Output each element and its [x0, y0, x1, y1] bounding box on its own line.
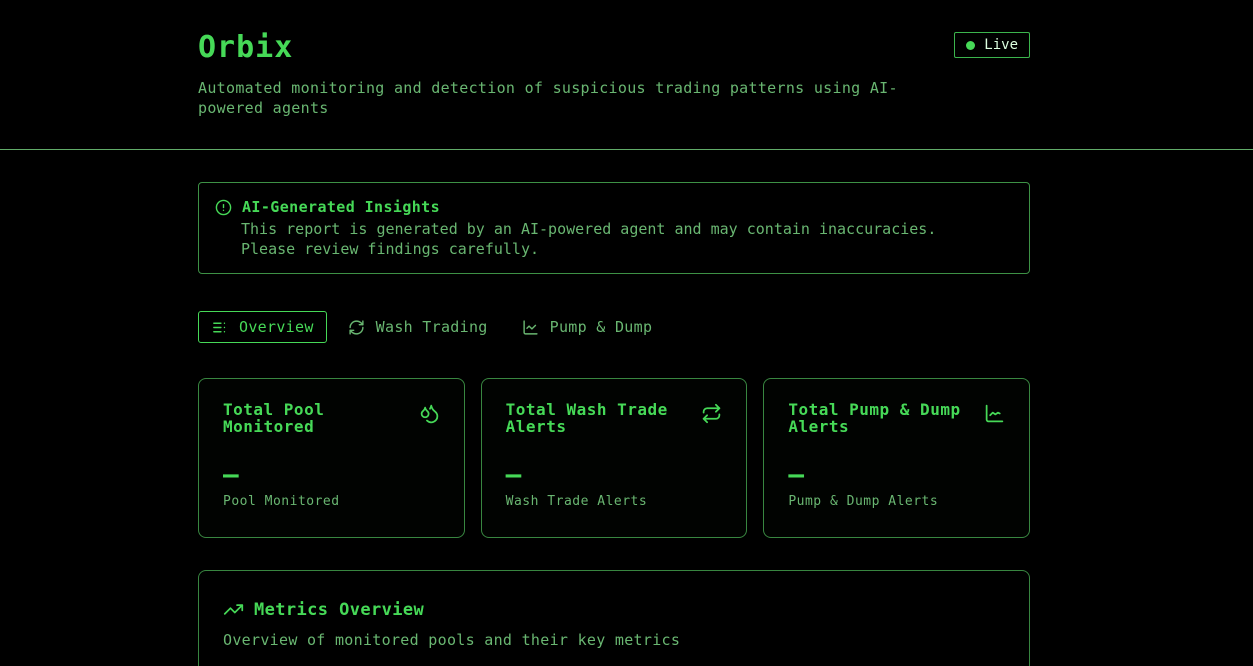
droplets-icon: [419, 403, 440, 424]
alert-circle-icon: [215, 199, 232, 216]
app-subtitle: Automated monitoring and detection of su…: [198, 78, 1030, 118]
metrics-overview-section: Metrics Overview Overview of monitored p…: [198, 570, 1030, 666]
tab-bar: Overview Wash Trading Pump & Dump: [198, 311, 1030, 343]
chart-line-icon: [984, 403, 1005, 424]
ai-insights-body-line: Please review findings carefully.: [241, 239, 1013, 259]
tab-label: Wash Trading: [376, 318, 488, 336]
card-value: —: [506, 461, 723, 489]
refresh-icon: [348, 319, 365, 336]
card-header: Total Pool Monitored: [223, 401, 440, 435]
app-subtitle-line: powered agents: [198, 98, 1030, 118]
metrics-overview-header: Metrics Overview: [223, 599, 1005, 620]
card-subtitle: Wash Trade Alerts: [506, 494, 723, 509]
ai-insights-title: AI-Generated Insights: [242, 197, 440, 217]
app-subtitle-line: Automated monitoring and detection of su…: [198, 78, 1030, 98]
ai-insights-header: AI-Generated Insights: [215, 197, 1013, 217]
live-dot-icon: [966, 41, 975, 50]
logs-icon: [211, 319, 228, 336]
metrics-overview-subtitle: Overview of monitored pools and their ke…: [223, 631, 1005, 649]
tab-pump-and-dump[interactable]: Pump & Dump: [509, 311, 666, 343]
tab-wash-trading[interactable]: Wash Trading: [335, 311, 501, 343]
ai-insights-body-line: This report is generated by an AI-powere…: [241, 219, 1013, 239]
card-value: —: [788, 461, 1005, 489]
card-subtitle: Pool Monitored: [223, 494, 440, 509]
card-total-pool-monitored: Total Pool Monitored — Pool Monitored: [198, 378, 465, 538]
main-content: AI-Generated Insights This report is gen…: [0, 150, 1253, 666]
card-title: Total Pool Monitored: [223, 401, 403, 435]
tab-label: Overview: [239, 318, 314, 336]
live-badge-label: Live: [984, 37, 1018, 53]
tab-label: Pump & Dump: [550, 318, 653, 336]
app-title: Orbix: [198, 31, 1030, 65]
ai-insights-body: This report is generated by an AI-powere…: [241, 219, 1013, 259]
repeat-icon: [701, 403, 722, 424]
card-header: Total Pump & Dump Alerts: [788, 401, 1005, 435]
card-title: Total Pump & Dump Alerts: [788, 401, 968, 435]
metrics-overview-title: Metrics Overview: [254, 600, 424, 620]
live-status-badge: Live: [954, 32, 1030, 58]
card-value: —: [223, 461, 440, 489]
card-total-pump-dump-alerts: Total Pump & Dump Alerts — Pump & Dump A…: [763, 378, 1030, 538]
tab-overview[interactable]: Overview: [198, 311, 327, 343]
card-total-wash-trade-alerts: Total Wash Trade Alerts — Wash Trade Ale…: [481, 378, 748, 538]
ai-insights-banner: AI-Generated Insights This report is gen…: [198, 182, 1030, 274]
card-subtitle: Pump & Dump Alerts: [788, 494, 1005, 509]
card-title: Total Wash Trade Alerts: [506, 401, 686, 435]
stat-cards-row: Total Pool Monitored — Pool Monitored To…: [198, 378, 1030, 538]
page-header: Orbix Automated monitoring and detection…: [0, 0, 1253, 150]
chart-line-icon: [522, 319, 539, 336]
trending-up-icon: [223, 599, 244, 620]
card-header: Total Wash Trade Alerts: [506, 401, 723, 435]
